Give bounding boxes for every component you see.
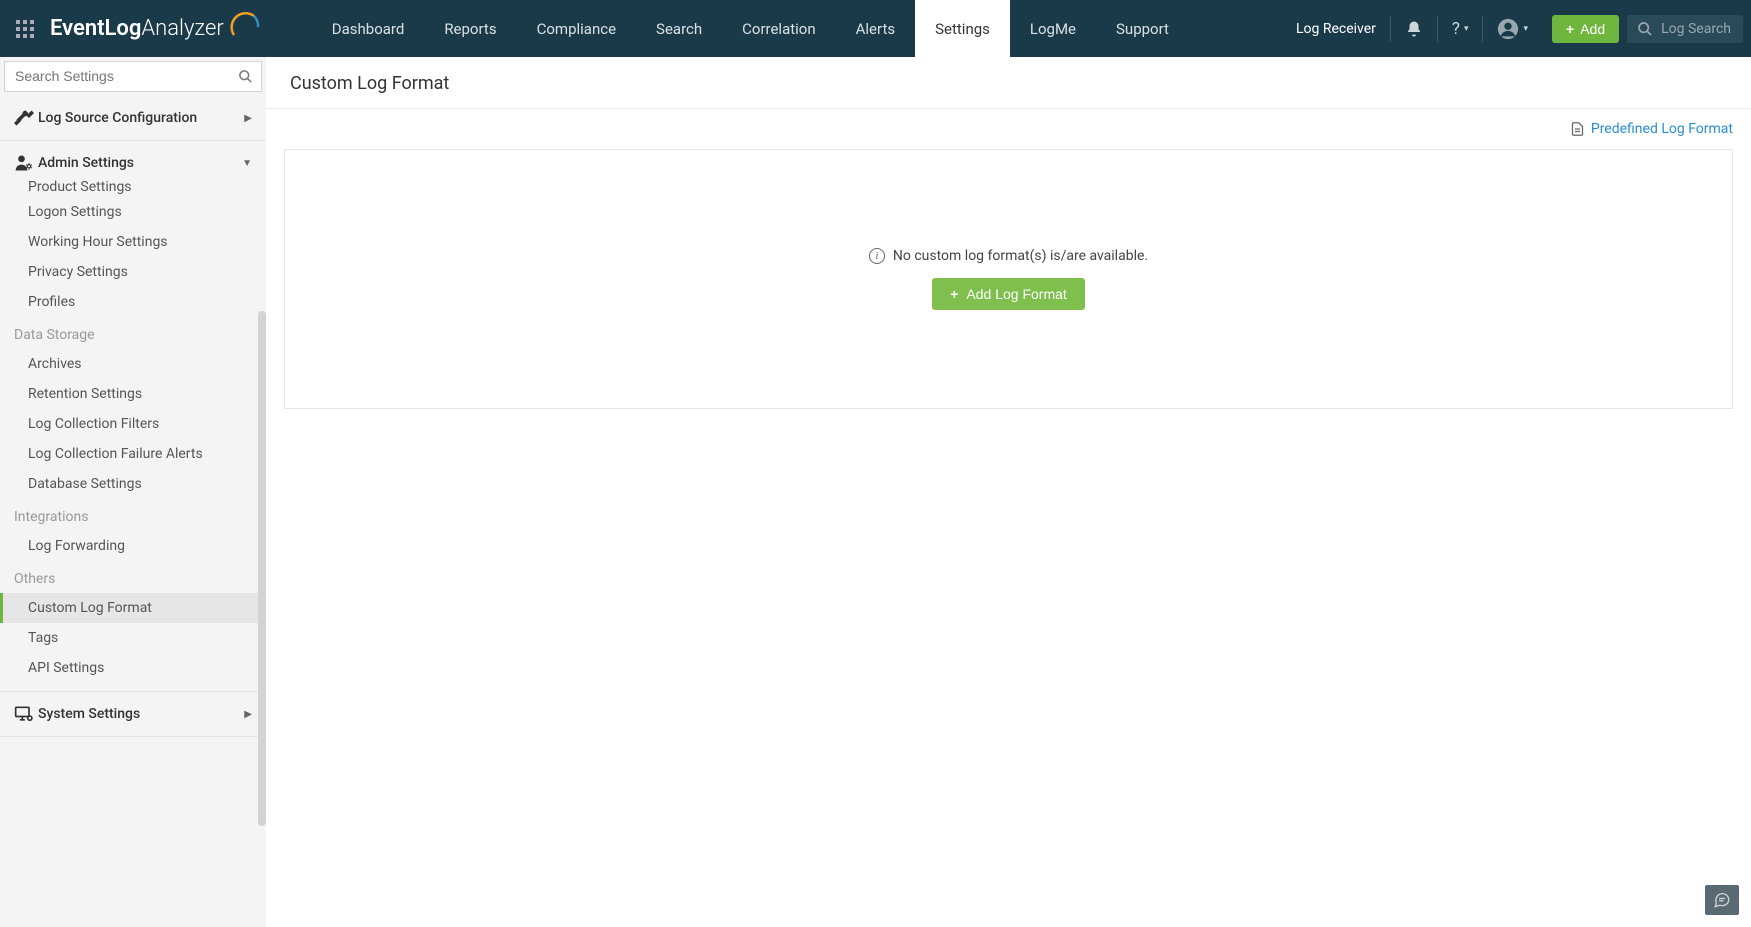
content-panel: i No custom log format(s) is/are availab… (284, 149, 1733, 409)
sidebar-item-profiles[interactable]: Profiles (0, 287, 266, 317)
sidebar-scrollbar[interactable] (258, 311, 266, 826)
nav-dashboard[interactable]: Dashboard (312, 0, 425, 57)
nav-reports[interactable]: Reports (424, 0, 516, 57)
info-icon: i (869, 248, 885, 264)
monitor-gear-icon (14, 704, 38, 724)
plus-icon: + (950, 286, 958, 302)
document-icon (1570, 121, 1585, 137)
sidebar-item-archives[interactable]: Archives (0, 349, 266, 379)
nav-logme[interactable]: LogMe (1010, 0, 1096, 57)
main-layout: Log Source Configuration ▶ Admin Setting… (0, 57, 1751, 927)
sidebar-section-log-source: Log Source Configuration ▶ (0, 96, 266, 141)
nav-correlation[interactable]: Correlation (722, 0, 836, 57)
sidebar-item-log-collection-failure[interactable]: Log Collection Failure Alerts (0, 439, 266, 469)
page-action-bar: Predefined Log Format (266, 109, 1751, 149)
predefined-log-format-link[interactable]: Predefined Log Format (1570, 121, 1733, 137)
chevron-down-icon: ▼ (242, 158, 252, 169)
sidebar-item-privacy-settings[interactable]: Privacy Settings (0, 257, 266, 287)
empty-state-text: No custom log format(s) is/are available… (893, 248, 1148, 264)
user-avatar-icon (1497, 18, 1519, 40)
sidebar-item-product-settings[interactable]: Product Settings (0, 179, 266, 197)
apps-launcher-button[interactable] (0, 0, 50, 57)
help-button[interactable]: ? ▾ (1438, 16, 1484, 42)
brand-logo[interactable]: EventLog Analyzer (50, 0, 272, 57)
app-header: EventLog Analyzer Dashboard Reports Comp… (0, 0, 1751, 57)
sidebar-group-data-storage: Data Storage (0, 317, 266, 349)
brand-text-suffix: Analyzer (141, 16, 223, 41)
header-right: Log Receiver ? ▾ ▾ + Add Log Search (1282, 0, 1751, 57)
sidebar-item-api-settings[interactable]: API Settings (0, 653, 266, 683)
sidebar-item-logon-settings[interactable]: Logon Settings (0, 197, 266, 227)
sidebar-item-log-forwarding[interactable]: Log Forwarding (0, 531, 266, 561)
sidebar-admin-items: Product Settings Logon Settings Working … (0, 179, 266, 691)
main-nav: Dashboard Reports Compliance Search Corr… (312, 0, 1189, 57)
chevron-down-icon: ▾ (1523, 24, 1528, 34)
brand-text-prefix: EventLog (50, 16, 141, 41)
nav-compliance[interactable]: Compliance (517, 0, 636, 57)
sidebar-item-working-hour[interactable]: Working Hour Settings (0, 227, 266, 257)
predefined-link-label: Predefined Log Format (1591, 121, 1733, 137)
nav-alerts[interactable]: Alerts (836, 0, 916, 57)
add-log-format-label: Add Log Format (966, 286, 1066, 302)
sidebar-header-label: Log Source Configuration (38, 110, 244, 126)
chat-icon (1712, 891, 1732, 909)
sidebar-header-system[interactable]: System Settings ▶ (0, 692, 266, 736)
nav-support[interactable]: Support (1096, 0, 1189, 57)
search-icon[interactable] (238, 69, 253, 88)
user-gear-icon (14, 153, 38, 173)
apps-grid-icon (16, 20, 34, 38)
settings-sidebar: Log Source Configuration ▶ Admin Setting… (0, 57, 266, 927)
tools-icon (14, 108, 38, 128)
help-icon: ? (1452, 19, 1460, 39)
nav-search[interactable]: Search (636, 0, 722, 57)
sidebar-item-custom-log-format[interactable]: Custom Log Format (0, 593, 266, 623)
notifications-button[interactable] (1391, 16, 1438, 42)
sidebar-header-label: Admin Settings (38, 155, 242, 171)
bell-icon (1405, 20, 1423, 38)
nav-settings[interactable]: Settings (915, 0, 1010, 57)
search-settings-wrapper (4, 61, 262, 92)
sidebar-item-tags[interactable]: Tags (0, 623, 266, 653)
sidebar-item-retention[interactable]: Retention Settings (0, 379, 266, 409)
sidebar-header-log-source[interactable]: Log Source Configuration ▶ (0, 96, 266, 140)
page-title: Custom Log Format (266, 57, 1751, 109)
brand-arc-icon (228, 9, 262, 49)
chevron-down-icon: ▾ (1464, 24, 1469, 34)
log-search-input[interactable]: Log Search (1627, 15, 1743, 43)
add-button-label: Add (1580, 21, 1605, 37)
sidebar-section-admin: Admin Settings ▼ Product Settings Logon … (0, 141, 266, 692)
sidebar-group-others: Others (0, 561, 266, 593)
search-settings-input[interactable] (15, 68, 229, 84)
add-log-format-button[interactable]: + Add Log Format (932, 278, 1085, 310)
user-menu-button[interactable]: ▾ (1483, 16, 1542, 42)
sidebar-item-log-collection-filters[interactable]: Log Collection Filters (0, 409, 266, 439)
chevron-right-icon: ▶ (244, 113, 252, 124)
chat-button[interactable] (1705, 885, 1739, 915)
log-receiver-link[interactable]: Log Receiver (1282, 16, 1391, 42)
empty-state-message: i No custom log format(s) is/are availab… (869, 248, 1148, 264)
sidebar-header-label: System Settings (38, 706, 244, 722)
chevron-right-icon: ▶ (244, 709, 252, 720)
add-button[interactable]: + Add (1552, 15, 1619, 43)
search-icon (1637, 21, 1653, 37)
sidebar-section-system: System Settings ▶ (0, 692, 266, 737)
log-search-placeholder: Log Search (1661, 21, 1731, 37)
plus-icon: + (1566, 21, 1574, 37)
main-content: Custom Log Format Predefined Log Format … (266, 57, 1751, 927)
sidebar-group-integrations: Integrations (0, 499, 266, 531)
sidebar-item-database-settings[interactable]: Database Settings (0, 469, 266, 499)
